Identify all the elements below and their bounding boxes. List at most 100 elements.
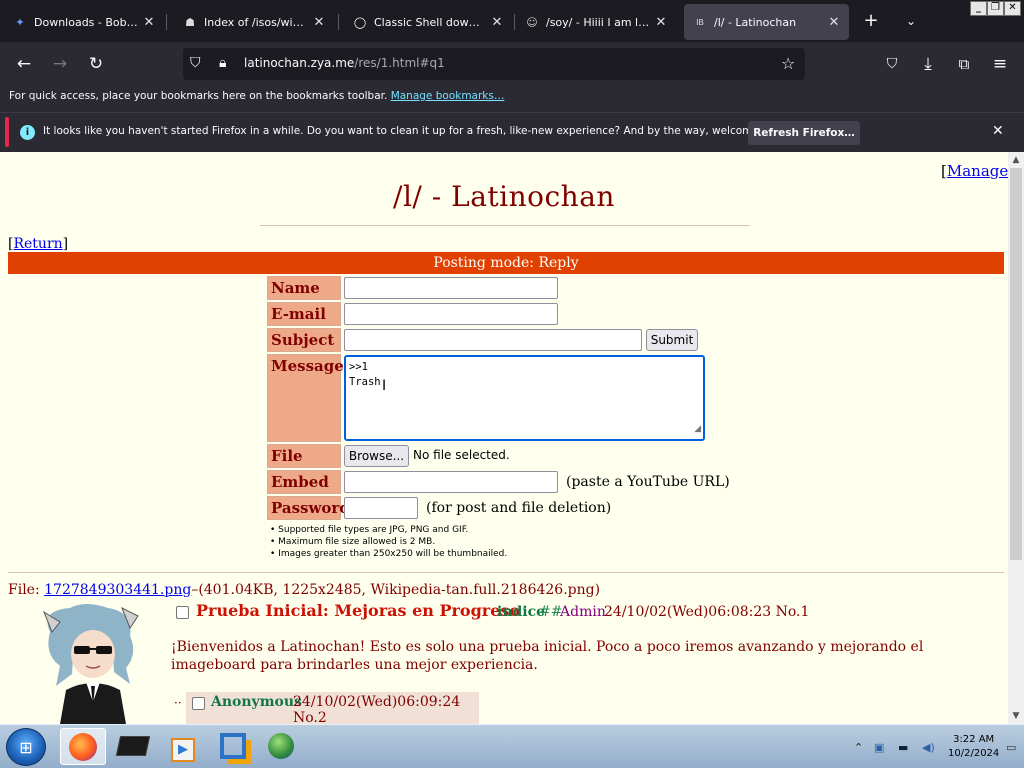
op-file-info: File: 1727849303441.png–(401.04KB, 1225x… <box>8 582 600 598</box>
close-tab-icon[interactable]: ✕ <box>654 15 668 30</box>
tab-index-isos[interactable]: ☗ Index of /isos/windows/ ✕ <box>174 4 334 40</box>
password-label: Password <box>267 496 350 520</box>
lock-icon[interactable]: 🔒︎ <box>219 55 226 71</box>
bookmarks-hint: For quick access, place your bookmarks h… <box>9 90 388 102</box>
pocket-icon[interactable]: ⛉ <box>880 52 904 76</box>
name-label: Name <box>267 276 341 300</box>
manage-link[interactable]: Manage <box>947 162 1008 180</box>
embed-field[interactable] <box>344 471 558 493</box>
password-hint: (for post and file deletion) <box>426 500 612 516</box>
tab-divider <box>338 14 339 30</box>
reply-timestamp-number[interactable]: 24/10/02(Wed)06:09:24 No.2 <box>293 694 479 724</box>
posting-mode-banner: Posting mode: Reply <box>8 252 1004 274</box>
browse-button[interactable]: Browse... <box>344 445 409 467</box>
close-tab-icon[interactable]: ✕ <box>312 15 326 30</box>
forward-arrow-icon[interactable]: → <box>48 52 72 76</box>
message-label: Message <box>267 354 344 442</box>
navigation-toolbar: ← → ↻ ⛉ 🔒︎ latinochan.zya.me/res/1.html#… <box>0 42 1024 86</box>
op-select-checkbox[interactable] <box>176 606 189 619</box>
downloads-icon[interactable]: ⤓ <box>916 52 940 76</box>
submit-button[interactable]: Submit <box>646 329 698 351</box>
message-textarea[interactable]: >>1 Trash ◢ <box>344 355 705 441</box>
extensions-icon[interactable]: ⧉ <box>952 52 976 76</box>
op-body: ¡Bienvenidos a Latinochan! Esto es solo … <box>171 639 924 673</box>
display-tray-icon[interactable]: ▬ <box>898 741 908 754</box>
scrollbar-thumb[interactable] <box>1010 168 1022 560</box>
virtual-machine-taskbar-icon[interactable] <box>210 728 256 765</box>
network-globe-taskbar-icon[interactable] <box>258 728 304 765</box>
email-field[interactable] <box>344 303 558 325</box>
close-icon[interactable]: ✕ <box>992 123 1004 139</box>
tab-divider <box>514 14 515 30</box>
new-tab-icon[interactable]: + <box>860 10 882 32</box>
op-subject: Prueba Inicial: Mejoras en Progreso <box>196 601 521 620</box>
action-center-icon[interactable]: ▭ <box>1006 741 1016 754</box>
op-capcode: Admin <box>560 604 606 620</box>
url-text[interactable]: latinochan.zya.me/res/1.html#q1 <box>244 56 445 70</box>
reply-poster-name: Anonymous <box>211 694 302 710</box>
bookmark-star-icon[interactable]: ☆ <box>781 54 795 73</box>
bob-pony-icon: ✦ <box>15 15 25 29</box>
close-window-button[interactable]: ✕ <box>1004 1 1021 16</box>
page-scrollbar[interactable]: ▲ ▼ <box>1008 152 1024 724</box>
tab-title: Classic Shell download | <box>374 15 486 29</box>
soyjak-icon: ☺ <box>526 15 538 29</box>
firefox-taskbar-icon[interactable] <box>60 728 106 765</box>
tab-latinochan[interactable]: IB /l/ - Latinochan ✕ <box>684 4 849 40</box>
password-field[interactable] <box>344 497 418 519</box>
reply-select-checkbox[interactable] <box>192 697 205 710</box>
back-arrow-icon[interactable]: ← <box>12 52 36 76</box>
close-tab-icon[interactable]: ✕ <box>490 15 504 30</box>
rule-item: Images greater than 250x250 will be thum… <box>270 548 507 560</box>
refresh-firefox-button[interactable]: Refresh Firefox… <box>748 121 860 145</box>
board-title: /l/ - Latinochan <box>393 180 615 213</box>
tab-title: Index of /isos/windows/ <box>204 15 308 29</box>
tab-classic-shell[interactable]: ◯ Classic Shell download | ✕ <box>344 4 512 40</box>
url-bar[interactable]: ⛉ 🔒︎ latinochan.zya.me/res/1.html#q1 ☆ <box>183 48 805 80</box>
op-thumbnail-image[interactable] <box>30 602 160 724</box>
scroll-up-arrow-icon[interactable]: ▲ <box>1008 152 1024 168</box>
volume-tray-icon[interactable]: ◀) <box>922 741 935 754</box>
tab-title: /soy/ - Hiiii I am latinx a <box>546 15 650 29</box>
message-text: >>1 Trash <box>349 361 381 388</box>
text-cursor-icon: I <box>382 378 387 394</box>
list-all-tabs-icon[interactable]: ⌄ <box>900 10 922 32</box>
shield-icon[interactable]: ⛉ <box>190 55 201 71</box>
file-prefix: File: <box>8 582 40 598</box>
notification-text: It looks like you haven't started Firefo… <box>43 125 792 137</box>
index-server-icon: ☗ <box>185 15 195 29</box>
op-timestamp-number[interactable]: 24/10/02(Wed)06:08:23 No.1 <box>604 604 809 620</box>
return-link-wrapper: [Return] <box>8 236 69 252</box>
file-label: File <box>267 444 341 468</box>
close-tab-icon[interactable]: ✕ <box>142 15 156 30</box>
rule-item: Supported file types are JPG, PNG and GI… <box>270 524 507 536</box>
network-tray-icon[interactable]: ▣ <box>874 741 884 754</box>
show-hidden-icons-chevron-icon[interactable]: ⌃ <box>854 741 863 754</box>
minimize-window-button[interactable]: _ <box>970 1 987 16</box>
terminal-taskbar-icon[interactable] <box>110 728 156 765</box>
subject-field[interactable] <box>344 329 642 351</box>
return-link[interactable]: Return <box>13 236 62 252</box>
tab-soy[interactable]: ☺ /soy/ - Hiiii I am latinx a ✕ <box>516 4 676 40</box>
clock[interactable]: 3:22 AM 10/2/2024 <box>948 733 999 761</box>
menu-hamburger-icon[interactable]: ≡ <box>988 52 1012 76</box>
tab-downloads-bob-pony[interactable]: ✦ Downloads - Bob Pony ✕ <box>4 4 164 40</box>
media-player-taskbar-icon[interactable]: ▶ <box>160 728 206 765</box>
tab-title: /l/ - Latinochan <box>714 15 797 29</box>
manage-link-wrapper: [Manage] <box>941 162 1008 180</box>
scroll-down-arrow-icon[interactable]: ▼ <box>1008 708 1024 724</box>
reload-icon[interactable]: ↻ <box>84 52 108 76</box>
page-content: [Manage] /l/ - Latinochan [Return] Posti… <box>0 152 1008 724</box>
name-field[interactable] <box>344 277 558 299</box>
op-poster-name: indice <box>497 604 546 620</box>
rule-item: Maximum file size allowed is 2 MB. <box>270 536 507 548</box>
classic-shell-icon: ◯ <box>353 15 367 29</box>
bookmarks-toolbar: For quick access, place your bookmarks h… <box>0 86 1024 112</box>
close-tab-icon[interactable]: ✕ <box>827 15 841 30</box>
resize-grip-icon[interactable]: ◢ <box>694 422 701 437</box>
start-button[interactable]: ⊞ <box>6 728 46 766</box>
restore-window-button[interactable]: ❐ <box>987 1 1004 16</box>
manage-bookmarks-link[interactable]: Manage bookmarks… <box>391 90 505 102</box>
file-details: –(401.04KB, 1225x2485, Wikipedia-tan.ful… <box>191 582 601 598</box>
op-file-link[interactable]: 1727849303441.png <box>44 582 191 598</box>
